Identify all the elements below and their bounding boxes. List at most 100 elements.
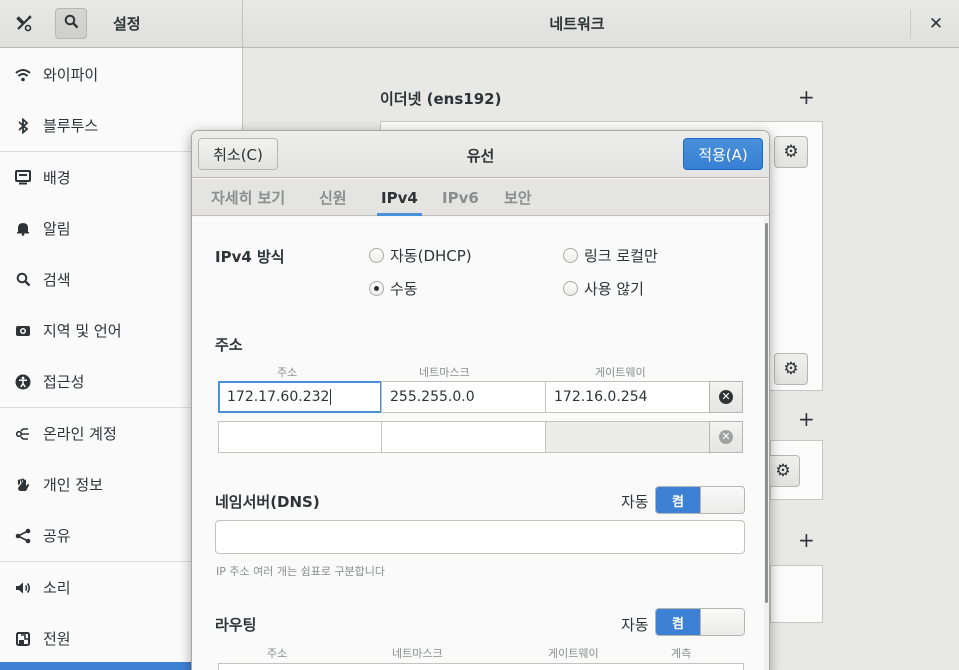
sidebar-item-label: 블루투스 (43, 117, 99, 135)
hand-icon (14, 476, 32, 494)
sidebar-item-label: 전원 (43, 630, 71, 648)
tools-icon[interactable] (12, 12, 36, 36)
dns-input[interactable] (215, 520, 745, 554)
gateway-input-empty[interactable] (545, 421, 710, 453)
address-input-empty[interactable] (218, 421, 382, 453)
add-proxy-icon[interactable]: + (798, 530, 815, 550)
radio-dhcp[interactable]: 자동(DHCP) (369, 245, 472, 266)
dns-auto-switch[interactable]: 켬 (655, 486, 745, 514)
search-icon (14, 271, 32, 289)
speaker-icon (14, 579, 32, 597)
sidebar-item-label: 소리 (43, 579, 71, 597)
sidebar-item-label: 와이파이 (43, 66, 99, 84)
radio-indicator (563, 248, 578, 263)
settings-title: 설정 (113, 15, 141, 33)
radio-disabled[interactable]: 사용 않기 (563, 278, 644, 299)
routing-label: 라우팅 (215, 616, 257, 634)
dns-auto-label: 자동 (621, 493, 649, 511)
routing-column-netmask: 네트마스크 (392, 647, 443, 660)
radio-label: 수동 (390, 280, 418, 298)
apply-button[interactable]: 적용(A) (683, 138, 763, 170)
add-ethernet-icon[interactable]: + (798, 87, 815, 107)
display-icon (14, 169, 32, 187)
tab-identity[interactable]: 신원 (319, 179, 347, 216)
sidebar-item-label: 공유 (43, 527, 71, 545)
radio-manual[interactable]: 수동 (369, 278, 418, 299)
sidebar-item-label: 배경 (43, 169, 71, 187)
close-icon: ✕ (928, 14, 944, 34)
switch-on-label: 켬 (656, 609, 700, 635)
sidebar-item-label: 개인 정보 (43, 476, 103, 494)
sidebar-item-label: 검색 (43, 271, 71, 289)
share-icon (14, 527, 32, 545)
switch-on-label: 켬 (656, 487, 700, 513)
radio-label: 자동(DHCP) (390, 247, 472, 265)
ethernet-extra-settings-button[interactable]: ⚙ (774, 353, 808, 385)
gear-icon: ⚙ (783, 142, 799, 162)
search-button[interactable] (55, 8, 87, 39)
switch-knob (700, 487, 744, 513)
routing-column-metric: 계측 (671, 647, 692, 660)
tab-details[interactable]: 자세히 보기 (211, 179, 285, 216)
routing-row[interactable] (218, 663, 744, 670)
ipv4-method-label: IPv4 방식 (215, 248, 285, 266)
camera-icon (14, 322, 32, 340)
remove-icon: ✕ (719, 430, 733, 444)
power-icon (14, 630, 32, 648)
bluetooth-icon (14, 117, 32, 135)
address-section-label: 주소 (215, 336, 243, 354)
header-bar: 설정 네트워크 ✕ (0, 0, 959, 48)
routing-auto-label: 자동 (621, 616, 649, 634)
accessibility-icon (14, 373, 32, 391)
wired-connection-dialog: 취소(C) 유선 적용(A) 자세히 보기 신원 IPv4 IPv6 보안 IP… (191, 130, 770, 670)
column-header-gateway: 게이트웨이 (595, 366, 646, 379)
tab-ipv6[interactable]: IPv6 (442, 179, 479, 216)
radio-indicator (369, 248, 384, 263)
radio-link-local[interactable]: 링크 로컬만 (563, 245, 658, 266)
gear-icon: ⚙ (775, 461, 791, 481)
address-input[interactable]: 172.17.60.232 (218, 381, 382, 413)
routing-column-address: 주소 (267, 647, 288, 660)
netmask-input-empty[interactable] (381, 421, 546, 453)
header-divider (910, 10, 911, 38)
netmask-input[interactable]: 255.255.0.0 (381, 381, 546, 413)
close-button[interactable]: ✕ (924, 12, 948, 36)
radio-label: 링크 로컬만 (584, 247, 658, 265)
radio-indicator-checked (369, 281, 384, 296)
dns-hint: IP 주소 여러 개는 쉼표로 구분합니다 (216, 565, 386, 578)
tab-ipv4[interactable]: IPv4 (377, 179, 422, 216)
dialog-tabs: 자세히 보기 신원 IPv4 IPv6 보안 (192, 179, 769, 216)
remove-address-button-disabled[interactable]: ✕ (709, 421, 743, 453)
column-header-address: 주소 (277, 366, 298, 379)
proxy-frame (770, 565, 823, 623)
sidebar-item-wifi[interactable]: 와이파이 (0, 49, 242, 100)
vpn-settings-button[interactable]: ⚙ (766, 455, 800, 487)
ethernet-settings-button[interactable]: ⚙ (774, 136, 808, 168)
gear-icon: ⚙ (783, 359, 799, 379)
switch-knob (700, 609, 744, 635)
ethernet-title: 이더넷 (ens192) (380, 90, 502, 108)
column-header-netmask: 네트마스크 (419, 366, 470, 379)
tab-security[interactable]: 보안 (504, 179, 532, 216)
routing-column-gateway: 게이트웨이 (548, 647, 599, 660)
dialog-scrollbar[interactable] (764, 217, 769, 670)
page-title: 네트워크 (549, 15, 605, 33)
add-vpn-icon[interactable]: + (798, 409, 815, 429)
sidebar-item-label: 온라인 계정 (43, 425, 117, 443)
online-accounts-icon (14, 425, 32, 443)
scrollbar-thumb[interactable] (765, 223, 768, 603)
dialog-header: 취소(C) 유선 적용(A) (192, 131, 769, 178)
remove-icon: ✕ (719, 390, 733, 404)
dns-label: 네임서버(DNS) (215, 493, 320, 511)
wifi-icon (14, 66, 32, 84)
address-value: 172.17.60.232 (227, 389, 330, 405)
routing-auto-switch[interactable]: 켬 (655, 608, 745, 636)
radio-indicator (563, 281, 578, 296)
remove-address-button[interactable]: ✕ (709, 381, 743, 413)
radio-label: 사용 않기 (584, 280, 644, 298)
sidebar-item-label: 접근성 (43, 373, 85, 391)
gateway-input[interactable]: 172.16.0.254 (545, 381, 710, 413)
settings-header: 설정 (0, 0, 243, 47)
sidebar-item-label: 지역 및 언어 (43, 322, 122, 340)
search-icon (64, 14, 79, 33)
